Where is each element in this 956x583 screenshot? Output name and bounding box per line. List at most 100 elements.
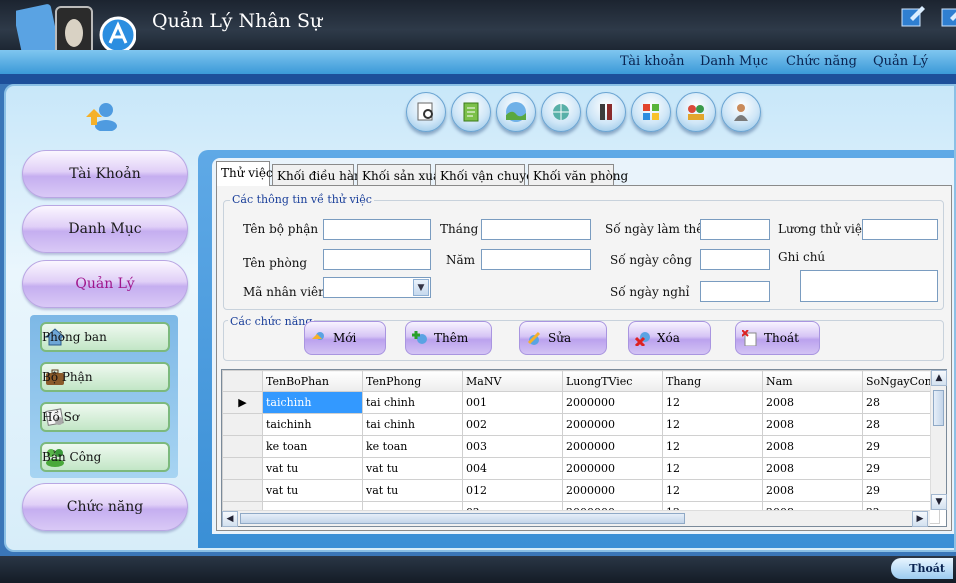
table-cell[interactable]: 29 bbox=[862, 457, 940, 480]
tab-khoi-san-xuat[interactable]: Khối sản xuất bbox=[357, 164, 445, 185]
table-cell[interactable]: 2000000 bbox=[562, 391, 663, 414]
table-cell[interactable]: 2008 bbox=[762, 413, 863, 436]
nam-input[interactable] bbox=[481, 249, 591, 270]
vertical-scrollbar[interactable]: ▲ ▼ bbox=[930, 370, 947, 510]
table-cell[interactable]: 012 bbox=[462, 479, 563, 502]
table-cell[interactable]: 003 bbox=[462, 435, 563, 458]
so-ngay-nghi-input[interactable] bbox=[700, 281, 770, 302]
chevron-down-icon[interactable]: ▼ bbox=[413, 279, 429, 296]
col-header[interactable]: LuongTViec bbox=[562, 370, 663, 392]
table-cell[interactable]: 12 bbox=[662, 435, 763, 458]
toolbar-users-button[interactable] bbox=[676, 92, 716, 132]
table-cell[interactable]: vat tu bbox=[362, 457, 463, 480]
menu-chuc-nang[interactable]: Chức năng bbox=[786, 54, 857, 69]
nav-quan-ly[interactable]: Quản Lý bbox=[22, 260, 188, 308]
menu-quan-ly[interactable]: Quản Lý bbox=[873, 54, 928, 69]
luong-thu-viec-input[interactable] bbox=[862, 219, 938, 240]
footer-exit-button[interactable]: Thoát bbox=[891, 558, 953, 579]
table-cell[interactable]: 2000000 bbox=[562, 479, 663, 502]
menu-danh-muc[interactable]: Danh Mục bbox=[700, 54, 768, 69]
table-cell[interactable]: 12 bbox=[662, 457, 763, 480]
table-cell[interactable]: 12 bbox=[662, 391, 763, 414]
so-ngay-lam-them-input[interactable] bbox=[700, 219, 770, 240]
sub-ho-so[interactable]: Hồ Sơ bbox=[40, 402, 170, 432]
table-cell[interactable]: 2008 bbox=[762, 457, 863, 480]
table-cell[interactable]: taichinh bbox=[262, 391, 363, 414]
tab-khoi-van-chuyen[interactable]: Khối vận chuyển bbox=[435, 164, 541, 185]
ten-phong-input[interactable] bbox=[323, 249, 431, 270]
scroll-up-icon[interactable]: ▲ bbox=[931, 370, 947, 386]
horizontal-scroll-thumb[interactable] bbox=[240, 513, 685, 524]
edit-icon[interactable] bbox=[900, 4, 926, 28]
table-cell[interactable]: 28 bbox=[862, 391, 940, 414]
table-cell[interactable]: ke toan bbox=[262, 435, 363, 458]
table-cell[interactable]: 2008 bbox=[762, 435, 863, 458]
toolbar-document-button[interactable] bbox=[406, 92, 446, 132]
nav-tai-khoan[interactable]: Tài Khoản bbox=[22, 150, 188, 198]
col-header[interactable]: Nam bbox=[762, 370, 863, 392]
sua-button[interactable]: Sửa bbox=[519, 321, 607, 355]
so-ngay-cong-input[interactable] bbox=[700, 249, 770, 270]
sub-ban-cong[interactable]: Bản Công bbox=[40, 442, 170, 472]
row-header[interactable] bbox=[222, 435, 263, 458]
col-header[interactable]: MaNV bbox=[462, 370, 563, 392]
them-button[interactable]: Thêm bbox=[405, 321, 492, 355]
col-header[interactable]: TenPhong bbox=[362, 370, 463, 392]
table-cell[interactable]: 001 bbox=[462, 391, 563, 414]
table-cell[interactable]: 12 bbox=[662, 479, 763, 502]
table-row[interactable]: vat tu vat tu 004 2000000 12 2008 29 bbox=[222, 457, 940, 480]
toolbar-windows-button[interactable] bbox=[631, 92, 671, 132]
toolbar-user-button[interactable] bbox=[721, 92, 761, 132]
table-cell[interactable]: 2000000 bbox=[562, 413, 663, 436]
col-header[interactable]: SoNgayCong bbox=[862, 370, 940, 392]
col-header[interactable]: Thang bbox=[662, 370, 763, 392]
table-cell[interactable]: 12 bbox=[662, 413, 763, 436]
scroll-left-icon[interactable]: ◀ bbox=[222, 511, 238, 527]
table-cell[interactable]: tai chinh bbox=[362, 413, 463, 436]
table-cell[interactable]: 29 bbox=[862, 479, 940, 502]
sub-bo-phan[interactable]: Bộ Phận bbox=[40, 362, 170, 392]
horizontal-scrollbar[interactable]: ◀ ▶ bbox=[222, 510, 930, 527]
row-header[interactable] bbox=[222, 457, 263, 480]
table-cell[interactable]: 002 bbox=[462, 413, 563, 436]
scroll-down-icon[interactable]: ▼ bbox=[931, 494, 947, 510]
toolbar-people-button[interactable] bbox=[586, 92, 626, 132]
table-row[interactable]: taichinh tai chinh 002 2000000 12 2008 28 bbox=[222, 413, 940, 436]
table-cell[interactable]: 29 bbox=[862, 435, 940, 458]
table-cell[interactable]: 2008 bbox=[762, 391, 863, 414]
toolbar-network-button[interactable] bbox=[541, 92, 581, 132]
table-row[interactable]: ke toan ke toan 003 2000000 12 2008 29 bbox=[222, 435, 940, 458]
table-cell[interactable]: 2000000 bbox=[562, 435, 663, 458]
nav-danh-muc[interactable]: Danh Mục bbox=[22, 205, 188, 253]
row-header[interactable] bbox=[222, 479, 263, 502]
menu-tai-khoan[interactable]: Tài khoản bbox=[620, 54, 685, 69]
table-cell[interactable]: tai chinh bbox=[362, 391, 463, 414]
table-cell[interactable]: vat tu bbox=[262, 457, 363, 480]
table-cell[interactable]: 28 bbox=[862, 413, 940, 436]
table-cell[interactable]: ke toan bbox=[362, 435, 463, 458]
ghi-chu-textarea[interactable] bbox=[800, 270, 938, 302]
window-icon[interactable] bbox=[940, 4, 956, 28]
thang-input[interactable] bbox=[481, 219, 591, 240]
thoat-button[interactable]: Thoát bbox=[735, 321, 820, 355]
tab-khoi-van-phong[interactable]: Khối văn phòng bbox=[528, 164, 628, 185]
data-grid[interactable]: TenBoPhan TenPhong MaNV LuongTViec Thang… bbox=[221, 369, 947, 527]
row-header[interactable]: ▶ bbox=[222, 391, 263, 414]
row-header[interactable] bbox=[222, 413, 263, 436]
sub-phong-ban[interactable]: Phòng ban bbox=[40, 322, 170, 352]
table-row[interactable]: vat tu vat tu 012 2000000 12 2008 29 bbox=[222, 479, 940, 502]
vertical-scroll-thumb[interactable] bbox=[933, 390, 944, 426]
table-cell[interactable]: 004 bbox=[462, 457, 563, 480]
tab-khoi-dieu-hanh[interactable]: Khối điều hành bbox=[272, 164, 369, 185]
ma-nhan-vien-select[interactable]: ▼ bbox=[323, 277, 431, 298]
toolbar-landscape-button[interactable] bbox=[496, 92, 536, 132]
table-cell[interactable]: vat tu bbox=[262, 479, 363, 502]
table-cell[interactable]: vat tu bbox=[362, 479, 463, 502]
xoa-button[interactable]: Xóa bbox=[628, 321, 711, 355]
table-cell[interactable]: 2000000 bbox=[562, 457, 663, 480]
moi-button[interactable]: Mới bbox=[304, 321, 386, 355]
scroll-right-icon[interactable]: ▶ bbox=[912, 511, 928, 527]
table-cell[interactable]: taichinh bbox=[262, 413, 363, 436]
ten-bo-phan-input[interactable] bbox=[323, 219, 431, 240]
toolbar-notes-button[interactable] bbox=[451, 92, 491, 132]
